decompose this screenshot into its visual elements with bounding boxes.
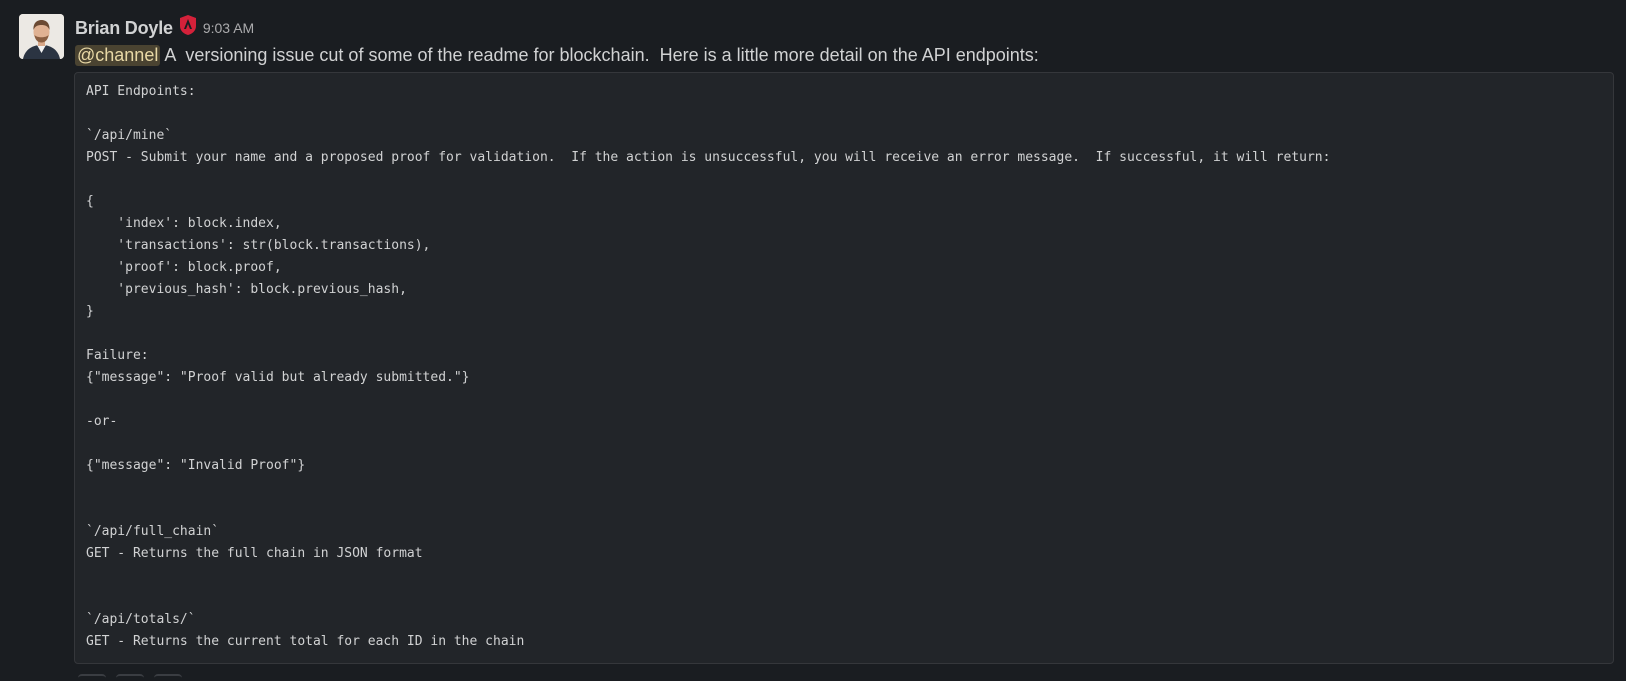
code-line: {"message": "Proof valid but already sub… bbox=[86, 370, 470, 385]
avatar[interactable] bbox=[19, 14, 64, 59]
code-line: { bbox=[86, 194, 94, 209]
code-line: 'proof': block.proof, bbox=[86, 260, 282, 275]
code-line: 'previous_hash': block.previous_hash, bbox=[86, 282, 407, 297]
code-line: GET - Returns the current total for each… bbox=[86, 634, 525, 649]
message-body: A versioning issue cut of some of the re… bbox=[160, 44, 1039, 65]
code-line: `/api/totals/` bbox=[86, 612, 196, 627]
message-header: Brian Doyle 9:03 AM bbox=[75, 14, 254, 42]
code-line: {"message": "Invalid Proof"} bbox=[86, 458, 306, 473]
code-line: 'index': block.index, bbox=[86, 216, 282, 231]
avatar-photo bbox=[19, 14, 64, 59]
message: Brian Doyle 9:03 AM @channel A versionin… bbox=[0, 0, 1626, 681]
author-name[interactable]: Brian Doyle bbox=[75, 18, 173, 39]
code-line: `/api/mine` bbox=[86, 128, 173, 143]
code-line: `/api/full_chain` bbox=[86, 524, 220, 539]
shield-badge-icon bbox=[179, 15, 196, 35]
channel-mention[interactable]: @channel bbox=[75, 44, 161, 66]
code-line: POST - Submit your name and a proposed p… bbox=[86, 150, 1331, 165]
message-text: @channel A versioning issue cut of some … bbox=[75, 42, 1039, 68]
code-line: } bbox=[86, 304, 94, 319]
reaction-pill[interactable] bbox=[78, 674, 106, 681]
code-line: 'transactions': str(block.transactions), bbox=[86, 238, 431, 253]
code-line: API Endpoints: bbox=[86, 84, 196, 99]
reaction-pill[interactable] bbox=[116, 674, 144, 681]
code-block: API Endpoints: `/api/mine` POST - Submit… bbox=[74, 72, 1614, 664]
reaction-bar bbox=[78, 674, 182, 681]
message-timestamp[interactable]: 9:03 AM bbox=[203, 20, 254, 36]
add-reaction-button[interactable] bbox=[154, 674, 182, 681]
code-line: GET - Returns the full chain in JSON for… bbox=[86, 546, 423, 561]
code-line: Failure: bbox=[86, 348, 149, 363]
code-line: -or- bbox=[86, 414, 118, 429]
